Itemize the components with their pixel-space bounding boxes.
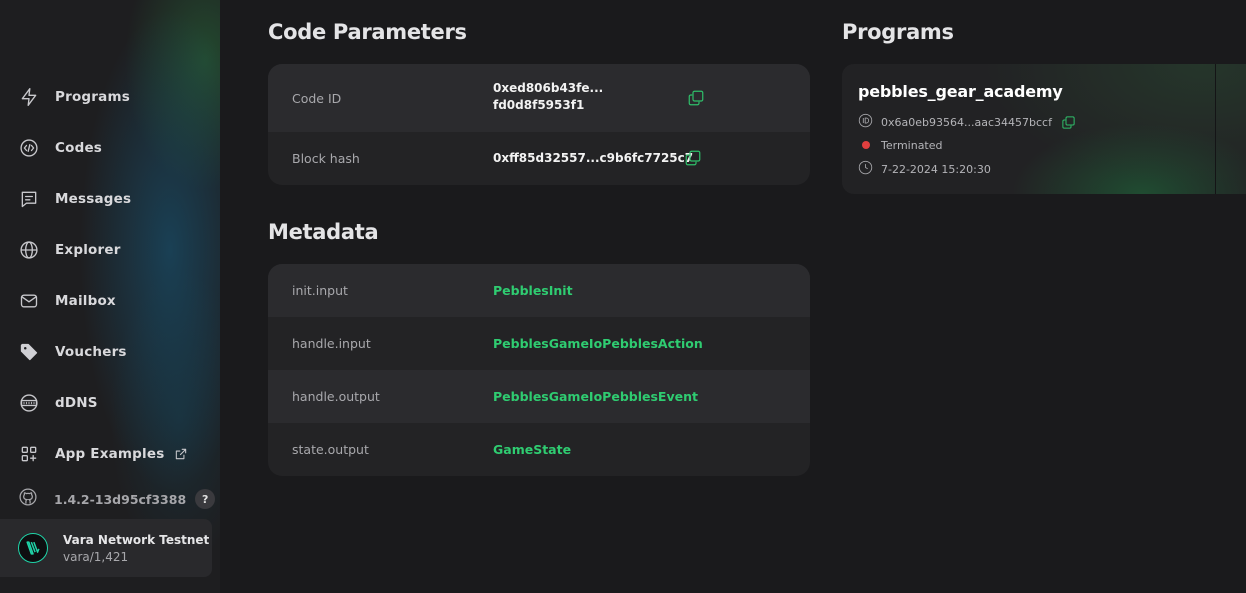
app-root: Programs Codes Messages Explorer Mailbox [0,0,1246,593]
nav-item-mailbox[interactable]: Mailbox [18,289,116,313]
network-switcher[interactable]: Vara Network Testnet vara/1,421 [0,519,212,577]
code-parameters-title: Code Parameters [268,20,467,44]
nav-item-label: dDNS [55,395,98,411]
metadata-title: Metadata [268,220,379,244]
metadata-row: handle.output PebblesGameIoPebblesEvent [268,370,810,423]
programs-title: Programs [842,20,954,44]
program-id-line: 0x6a0eb93564...aac34457bccf [858,113,1076,132]
nav-item-label: App Examples [55,446,165,462]
ddns-icon [18,392,40,414]
nav-item-label: Mailbox [55,293,116,309]
metadata-key: init.input [292,283,348,298]
code-id-key: Code ID [292,90,342,106]
help-button[interactable]: ? [195,489,216,509]
nav-item-explorer[interactable]: Explorer [18,238,121,262]
metadata-panel: init.input PebblesInit handle.input Pebb… [268,264,810,476]
block-hash-value: 0xff85d32557...c9b6fc7725c7 [493,151,694,165]
network-name: Vara Network Testnet [63,532,210,547]
code-id-value: 0xed806b43fe... fd0d8f5953f1 [493,80,603,114]
block-hash-row: Block hash 0xff85d32557...c9b6fc7725c7 [268,132,810,185]
metadata-type-link[interactable]: PebblesInit [493,282,573,299]
copy-code-id-icon[interactable] [687,89,705,107]
apps-icon [18,443,40,465]
nav-item-messages[interactable]: Messages [18,187,131,211]
vara-logo-icon [18,533,48,563]
code-id-row: Code ID 0xed806b43fe... fd0d8f5953f1 [268,64,810,132]
program-timestamp-line: 7-22-2024 15:20:30 [858,160,991,179]
code-id-value-line2: fd0d8f5953f1 [493,98,585,112]
message-icon [18,188,40,210]
globe-icon [18,239,40,261]
program-card[interactable]: pebbles_gear_academy 0x6a0eb93564...aac3… [842,64,1246,194]
external-link-icon [174,447,188,461]
id-icon [858,113,873,132]
nav-item-app-examples[interactable]: App Examples [18,442,188,466]
tag-icon [18,341,40,363]
metadata-type-link[interactable]: GameState [493,441,571,458]
network-sub: vara/1,421 [63,549,129,564]
program-id: 0x6a0eb93564...aac34457bccf [881,115,1052,129]
status-dot-icon [862,141,870,149]
nav-item-ddns[interactable]: dDNS [18,391,98,415]
nav-item-label: Explorer [55,242,121,258]
program-status: Terminated [881,138,943,152]
code-icon [18,137,40,159]
github-icon[interactable] [18,487,38,511]
nav-item-label: Vouchers [55,344,127,360]
nav-item-label: Programs [55,89,130,105]
version-row: 1.4.2-13d95cf3388 ? [18,487,216,511]
metadata-key: handle.input [292,336,371,351]
version-label: 1.4.2-13d95cf3388 [54,491,187,507]
code-parameters-panel: Code ID 0xed806b43fe... fd0d8f5953f1 Blo… [268,64,810,185]
metadata-row: state.output GameState [268,423,810,476]
nav-item-programs[interactable]: Programs [18,85,130,109]
card-divider [1215,64,1216,194]
nav-item-label: Codes [55,140,103,156]
metadata-key: state.output [292,442,369,457]
lightning-icon [18,86,40,108]
copy-program-id-icon[interactable] [1061,115,1076,130]
copy-block-hash-icon[interactable] [684,149,702,167]
program-timestamp: 7-22-2024 15:20:30 [881,162,991,176]
block-hash-key: Block hash [292,151,360,166]
nav-item-vouchers[interactable]: Vouchers [18,340,127,364]
nav-item-codes[interactable]: Codes [18,136,102,160]
code-id-value-line1: 0xed806b43fe... [493,81,604,95]
metadata-row: init.input PebblesInit [268,264,810,317]
nav-item-label: Messages [55,191,132,207]
metadata-type-link[interactable]: PebblesGameIoPebblesAction [493,335,703,352]
clock-icon [858,160,873,179]
metadata-key: handle.output [292,389,380,404]
metadata-row: handle.input PebblesGameIoPebblesAction [268,317,810,370]
program-status-line: Terminated [858,137,943,153]
program-name[interactable]: pebbles_gear_academy [858,82,1063,101]
sidebar: Programs Codes Messages Explorer Mailbox [0,0,220,593]
metadata-type-link[interactable]: PebblesGameIoPebblesEvent [493,388,698,405]
mail-icon [18,290,40,312]
